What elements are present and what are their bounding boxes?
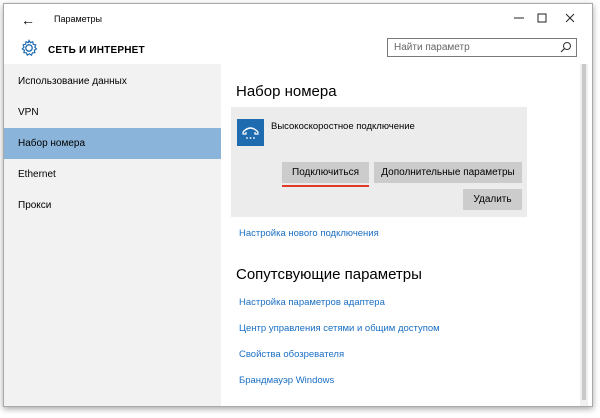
phone-modem-icon: [242, 127, 259, 139]
network-sharing-center-link[interactable]: Центр управления сетями и общим доступом: [239, 323, 440, 334]
sidebar: Использование данных VPN Набор номера Et…: [4, 64, 221, 406]
minimize-icon: [514, 17, 524, 19]
advanced-settings-button[interactable]: Дополнительные параметры: [374, 162, 522, 183]
scrollbar-thumb[interactable]: [582, 64, 586, 400]
main-content: Набор номера Высокоскоростное подключени…: [221, 64, 580, 406]
page-header: СЕТЬ И ИНТЕРНЕТ: [4, 36, 592, 64]
connection-name: Высокоскоростное подключение: [271, 121, 415, 132]
search-input[interactable]: [388, 39, 570, 56]
sidebar-item-data-usage[interactable]: Использование данных: [4, 66, 221, 97]
settings-window: ← Параметры СЕТЬ И ИНТЕРНЕТ Использовани…: [3, 3, 593, 407]
sidebar-item-ethernet[interactable]: Ethernet: [4, 159, 221, 190]
window-title: Параметры: [54, 14, 102, 24]
adapter-settings-link[interactable]: Настройка параметров адаптера: [239, 297, 385, 308]
internet-options-link[interactable]: Свойства обозревателя: [239, 349, 344, 360]
minimize-button[interactable]: [508, 10, 530, 28]
close-icon: [565, 13, 575, 23]
related-settings-title: Сопутсвующие параметры: [236, 266, 422, 283]
search-icon[interactable]: [560, 41, 572, 53]
section-header-title: СЕТЬ И ИНТЕРНЕТ: [48, 45, 145, 56]
connect-button-highlight: [282, 185, 369, 187]
maximize-icon: [537, 13, 547, 23]
windows-firewall-link[interactable]: Брандмауэр Windows: [239, 375, 334, 386]
delete-button[interactable]: Удалить: [463, 189, 522, 210]
sidebar-item-dialup[interactable]: Набор номера: [4, 128, 221, 159]
scrollbar[interactable]: [580, 64, 588, 406]
search-box[interactable]: [387, 38, 577, 57]
maximize-button[interactable]: [531, 10, 553, 28]
sidebar-item-proxy[interactable]: Прокси: [4, 190, 221, 221]
title-bar: ← Параметры: [4, 4, 592, 36]
page-title: Набор номера: [236, 83, 337, 100]
sidebar-item-vpn[interactable]: VPN: [4, 97, 221, 128]
connect-button[interactable]: Подключиться: [282, 162, 369, 183]
close-button[interactable]: [559, 10, 581, 28]
connection-card[interactable]: Высокоскоростное подключение Подключитьс…: [231, 107, 527, 217]
connection-icon-tile: [237, 119, 264, 146]
back-button[interactable]: ←: [18, 12, 38, 28]
gear-icon: [21, 39, 38, 57]
new-connection-link[interactable]: Настройка нового подключения: [239, 228, 379, 239]
